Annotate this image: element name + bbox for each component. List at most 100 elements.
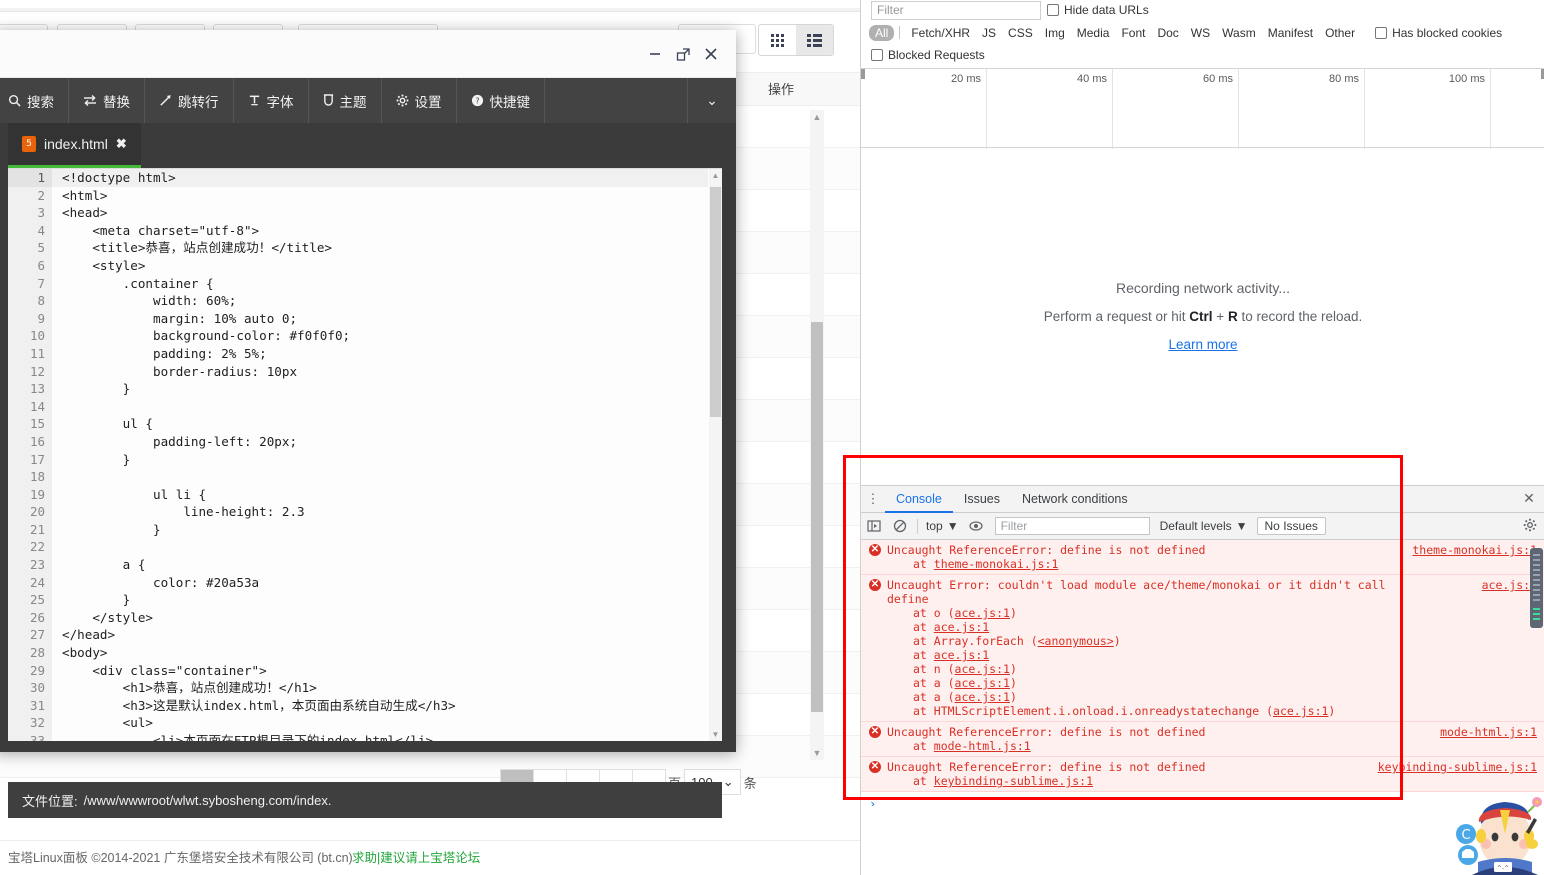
svg-text:C: C — [1461, 828, 1470, 843]
code-text[interactable]: <!doctype html> <html> <head> <meta charse… — [52, 169, 708, 741]
footer-forum-link[interactable]: 求助|建议请上宝塔论坛 — [352, 847, 480, 866]
tab-filename: index.html — [44, 136, 108, 152]
code-line[interactable]: <body> — [62, 644, 708, 662]
editor-titlebar — [0, 30, 736, 78]
grid-view-icon[interactable] — [759, 25, 796, 55]
code-scroll-down-arrow[interactable]: ▼ — [709, 728, 722, 741]
minimize-icon[interactable] — [644, 44, 666, 64]
code-vertical-scrollbar[interactable]: ▲ ▼ — [709, 169, 722, 741]
learn-more-link[interactable]: Learn more — [861, 337, 1544, 352]
view-mode-toggle[interactable] — [758, 24, 834, 56]
code-line[interactable]: } — [62, 521, 708, 539]
code-line[interactable]: <h1>恭喜，站点创建成功！</h1> — [62, 679, 708, 697]
type-filter-all[interactable]: All — [869, 24, 895, 41]
code-line[interactable]: <style> — [62, 257, 708, 275]
code-line[interactable]: <head> — [62, 204, 708, 222]
code-line[interactable]: <div class="container"> — [62, 662, 708, 680]
type-filter-ws[interactable]: WS — [1185, 25, 1216, 41]
code-line[interactable]: } — [62, 451, 708, 469]
code-line[interactable]: margin: 10% auto 0; — [62, 310, 708, 328]
type-filter-font[interactable]: Font — [1115, 25, 1151, 41]
code-editor-area[interactable]: 1 2 3 4 5 6 7 8 9 10 11 12 13 14 15 16 17 18 19 20 21 22 23 24 2… — [8, 168, 722, 741]
code-line[interactable]: line-height: 2.3 — [62, 503, 708, 521]
code-line[interactable]: color: #20a53a — [62, 574, 708, 592]
toolbar-button-search[interactable]: 搜索 — [0, 78, 69, 123]
type-filter-img[interactable]: Img — [1039, 25, 1071, 41]
maximize-icon[interactable] — [672, 44, 694, 64]
timeline-tick-label: 60 ms — [1203, 73, 1233, 85]
list-view-icon[interactable] — [796, 25, 833, 55]
type-filter-other[interactable]: Other — [1319, 25, 1361, 41]
html5-file-icon: 5 — [22, 136, 36, 152]
checkbox-icon[interactable] — [871, 49, 883, 61]
scroll-up-arrow[interactable]: ▲ — [810, 110, 824, 124]
line-number: 25 — [29, 592, 45, 608]
gear-icon[interactable] — [1523, 518, 1537, 537]
checkbox-icon[interactable] — [1375, 26, 1388, 39]
code-line[interactable]: padding-left: 20px; — [62, 433, 708, 451]
code-line[interactable]: ul { — [62, 415, 708, 433]
code-line[interactable]: border-radius: 10px — [62, 363, 708, 381]
code-line[interactable]: ul li { — [62, 486, 708, 504]
hide-data-urls-label: Hide data URLs — [1064, 3, 1149, 17]
page-footer: 宝塔Linux面板 ©2014-2021 广东堡塔安全技术有限公司 (bt.cn… — [0, 840, 860, 875]
type-filter-fetch-xhr[interactable]: Fetch/XHR — [905, 25, 976, 41]
type-filter-js[interactable]: JS — [976, 25, 1002, 41]
error-source-link[interactable]: ace.js:1 — [1482, 578, 1537, 592]
toolbar-button-replace[interactable]: 替换 — [69, 78, 145, 123]
code-line[interactable]: <!doctype html> — [52, 169, 708, 187]
code-line[interactable] — [62, 538, 708, 556]
scroll-down-arrow[interactable]: ▼ — [810, 746, 824, 760]
toolbar-label: 设置 — [414, 94, 442, 110]
type-filter-wasm[interactable]: Wasm — [1216, 25, 1262, 41]
console-minimap-scrollbar[interactable] — [1530, 548, 1543, 628]
code-line[interactable]: <title>恭喜，站点创建成功！</title> — [62, 239, 708, 257]
code-line[interactable]: <ul> — [62, 714, 708, 732]
drawer-close-icon[interactable]: ✕ — [1521, 491, 1537, 507]
code-line[interactable]: <html> — [62, 187, 708, 205]
code-line[interactable] — [62, 398, 708, 416]
code-line[interactable]: a { — [62, 556, 708, 574]
error-source-link[interactable]: mode-html.js:1 — [1440, 725, 1537, 739]
code-line[interactable]: </head> — [62, 626, 708, 644]
toolbar-button-goto-line[interactable]: 跳转行 — [145, 78, 234, 123]
tab-close-icon[interactable]: ✖ — [116, 136, 127, 152]
type-filter-media[interactable]: Media — [1071, 25, 1116, 41]
line-number: 9 — [37, 310, 45, 326]
code-scroll-up-arrow[interactable]: ▲ — [709, 169, 722, 182]
bt-assistant-mascot[interactable]: C ^-^ — [1448, 782, 1544, 875]
code-scrollbar-thumb[interactable] — [710, 187, 721, 417]
code-line[interactable]: <h3>这是默认index.html，本页面由系统自动生成</h3> — [62, 697, 708, 715]
code-line[interactable]: <li>本页面在FTP根目录下的index.html</li> — [62, 732, 708, 741]
code-line[interactable]: .container { — [62, 275, 708, 293]
code-line[interactable]: background-color: #f0f0f0; — [62, 327, 708, 345]
console-drawer-highlight-box — [843, 455, 1403, 800]
blocked-requests-checkbox[interactable]: Blocked Requests — [871, 48, 985, 62]
toolbar-button-shortcuts[interactable]: ? 快捷键 — [457, 78, 545, 123]
hide-data-urls-checkbox[interactable]: Hide data URLs — [1047, 3, 1149, 17]
code-line[interactable]: width: 60%; — [62, 292, 708, 310]
toolbar-button-theme[interactable]: 主题 — [309, 78, 382, 123]
timeline-segment: 20 ms — [865, 69, 987, 149]
close-icon[interactable] — [700, 44, 722, 64]
toolbar-button-settings[interactable]: 设置 — [382, 78, 457, 123]
toolbar-button-font[interactable]: 字体 — [234, 78, 309, 123]
has-blocked-cookies-checkbox[interactable]: Has blocked cookies — [1375, 26, 1502, 40]
type-filter-css[interactable]: CSS — [1002, 25, 1039, 41]
error-source-link[interactable]: theme-monokai.js:1 — [1412, 543, 1537, 557]
code-line[interactable]: <meta charset="utf-8"> — [62, 222, 708, 240]
search-icon — [8, 94, 21, 107]
network-filter-input[interactable]: Filter — [871, 1, 1041, 20]
code-line[interactable]: } — [62, 380, 708, 398]
type-filter-doc[interactable]: Doc — [1151, 25, 1184, 41]
code-line[interactable]: padding: 2% 5%; — [62, 345, 708, 363]
toolbar-collapse-caret-icon[interactable]: ⌄ — [688, 78, 736, 123]
code-line[interactable]: } — [62, 591, 708, 609]
scrollbar-thumb[interactable] — [811, 322, 823, 712]
code-line[interactable] — [62, 468, 708, 486]
code-line[interactable]: </style> — [62, 609, 708, 627]
checkbox-icon[interactable] — [1047, 4, 1059, 16]
type-filter-manifest[interactable]: Manifest — [1262, 25, 1319, 41]
table-scrollbar[interactable]: ▲ ▼ — [810, 110, 824, 760]
editor-tab-index-html[interactable]: 5 index.html ✖ — [8, 123, 141, 168]
